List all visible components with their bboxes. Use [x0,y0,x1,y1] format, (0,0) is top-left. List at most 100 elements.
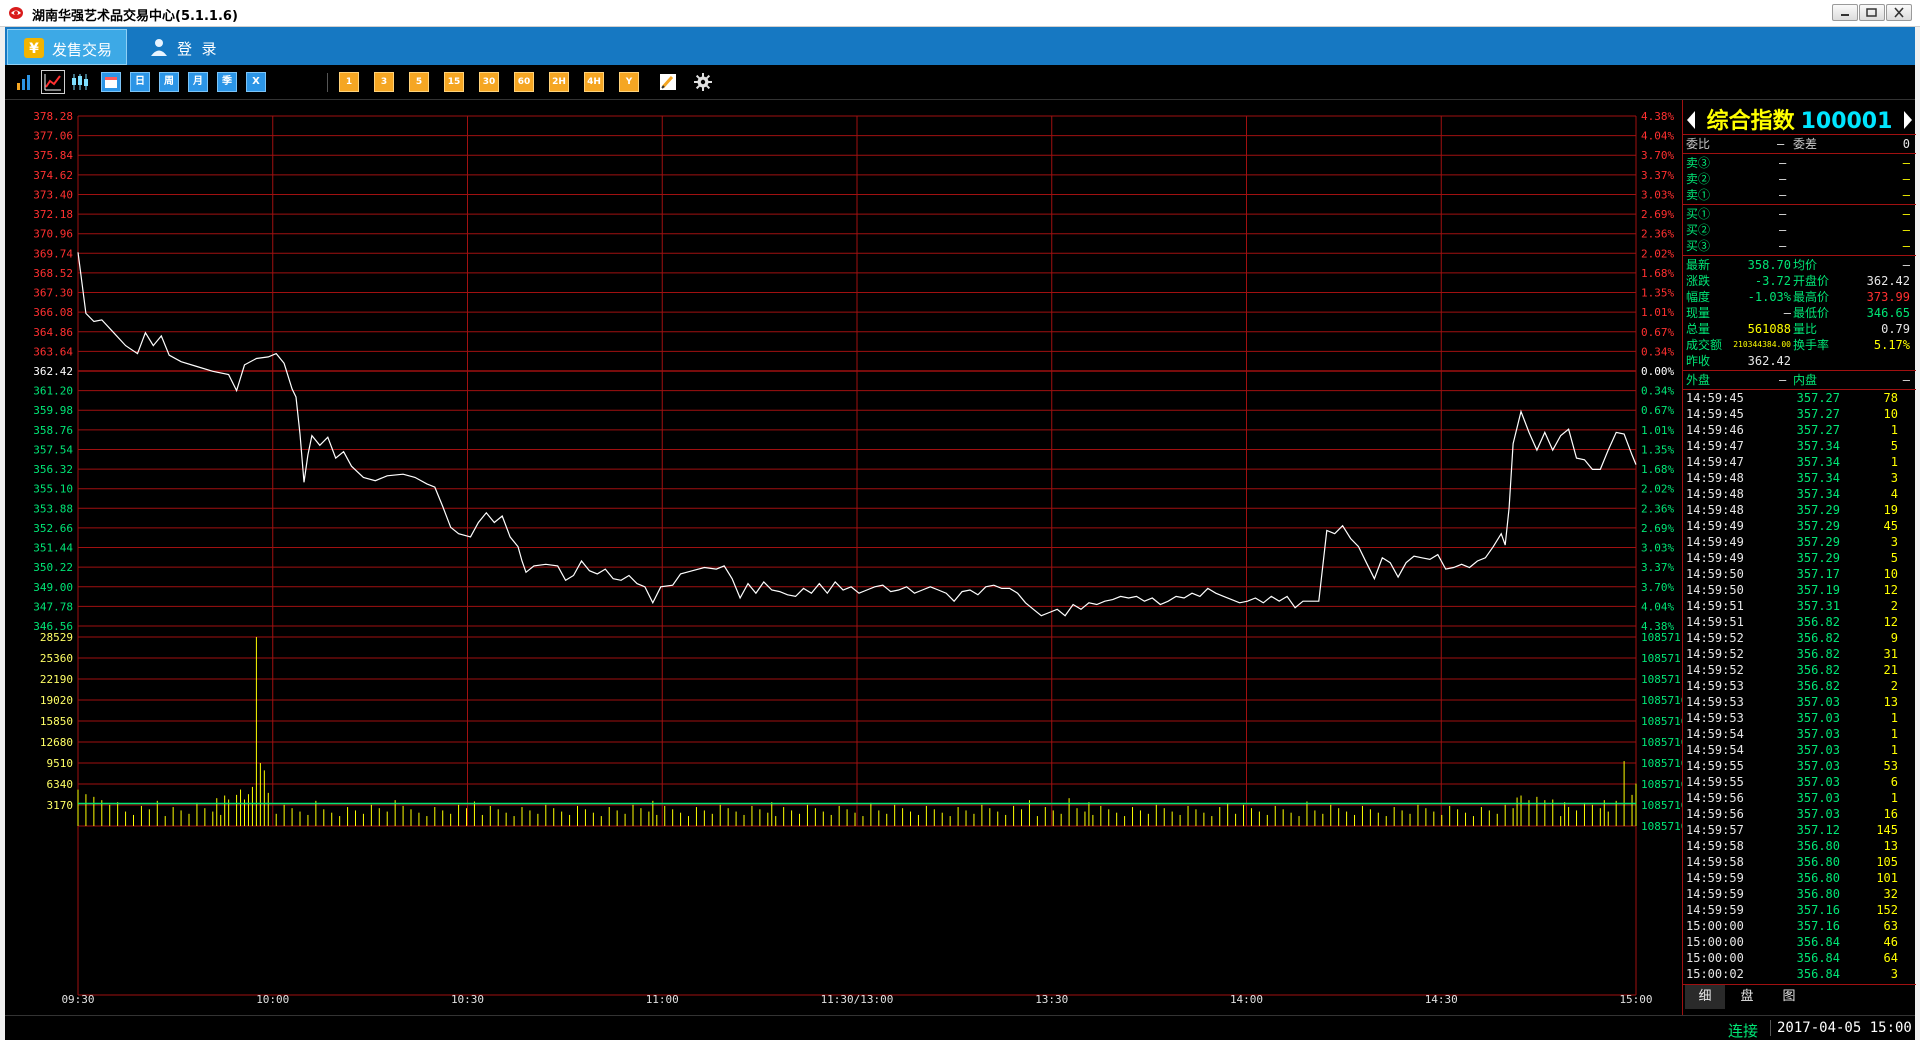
symbol-code: 100001 [1800,109,1893,134]
maximize-button[interactable] [1859,4,1885,21]
tick-price: 356.82 [1796,663,1840,677]
tick-price: 357.34 [1796,439,1840,453]
tick-time: 14:59:45 [1686,407,1744,421]
minute-3-button[interactable]: 3 [374,72,394,92]
timeline-chart-button[interactable] [41,70,65,94]
percent-tick-label: 0.67% [1641,404,1674,417]
prev-symbol-icon[interactable] [1687,111,1695,129]
percent-tick-label: 1.01% [1641,424,1674,437]
percent-tick-label: 2.36% [1641,502,1674,515]
chart-grid [77,115,1637,996]
tick-vol: 45 [1883,519,1898,533]
next-symbol-icon[interactable] [1904,111,1912,129]
tick-time: 14:59:47 [1686,455,1744,469]
timeline-chart[interactable]: 378.28 377.06 375.84 374.62 373.40 372.18 370.… [5,100,1694,1015]
calendar-button[interactable] [101,72,121,92]
stat-row-amount: 成交额 210344384.00 换手率 5.17% [1683,337,1916,353]
period-week-button[interactable]: 周 [159,72,179,92]
weibi-value: — [1777,137,1785,151]
buy-1-volume: — [1902,207,1910,221]
turnover-label: 换手率 [1793,338,1830,352]
chart-toolbar: 日 周 月 季 X 1 3 5 15 30 60 2H 4H Y [5,65,1915,100]
tick-time: 14:59:55 [1686,775,1744,789]
candlestick-button[interactable] [70,72,90,92]
tick-vol: 6 [1890,775,1898,789]
price-tick-label: 358.76 [33,424,73,437]
volume-right-tick-label: 10857111 [1641,652,1682,665]
tick-vol: 5 [1890,439,1898,453]
time-tick-label: 09:30 [61,993,94,1006]
period-month-label: 月 [193,76,203,87]
minute-30-button[interactable]: 30 [479,72,499,92]
hour-4-button[interactable]: 4H [584,72,604,92]
tick-price: 357.34 [1796,471,1840,485]
period-custom-button[interactable]: X [246,72,266,92]
tick-price: 357.03 [1796,791,1840,805]
period-quarter-button[interactable]: 季 [217,72,237,92]
tick-row: 14:59:51 357.31 2 [1683,598,1916,614]
volume-tick-label: 25360 [40,652,73,665]
minute-1-button[interactable]: 1 [339,72,359,92]
tick-time: 14:59:59 [1686,871,1744,885]
draw-tool-button[interactable] [658,72,678,92]
close-button[interactable] [1886,4,1912,21]
total-volume-label: 总量 [1686,322,1711,336]
tick-row: 14:59:53 356.82 2 [1683,678,1916,694]
tab-chart[interactable]: 图 [1769,985,1809,1009]
minute-5-button[interactable]: 5 [409,72,429,92]
percent-tick-label: 3.03% [1641,188,1674,201]
year-button[interactable]: Y [619,72,639,92]
hour-2-button[interactable]: 2H [549,72,569,92]
buy-3-row: 买③ — — [1683,238,1916,254]
tick-price: 356.82 [1796,647,1840,661]
pencil-icon [660,74,676,90]
price-tick-label: 366.08 [33,306,73,319]
close-icon [1894,7,1904,18]
low-label: 最低价 [1793,306,1830,320]
percent-tick-label: 2.69% [1641,522,1674,535]
price-tick-label: 363.64 [33,345,73,358]
restore-icon [1866,8,1877,17]
tick-row: 14:59:59 356.80 101 [1683,870,1916,886]
settings-button[interactable] [693,72,713,92]
inner-label: 内盘 [1793,373,1818,387]
tick-time: 14:59:53 [1686,679,1744,693]
tick-list[interactable]: 14:59:45 357.27 78 14:59:45 357.27 10 14:59:46… [1683,390,1916,982]
sell-1-row: 卖① — — [1683,187,1916,203]
tick-vol: 1 [1890,743,1898,757]
app-logo-icon [9,7,23,19]
price-tick-label: 347.78 [33,600,73,613]
weibi-label: 委比 [1686,137,1711,151]
tick-price: 356.84 [1796,935,1840,949]
tick-price: 357.03 [1796,807,1840,821]
tick-row: 14:59:56 357.03 1 [1683,790,1916,806]
period-month-button[interactable]: 月 [188,72,208,92]
total-volume-value: 561088 [1747,322,1791,336]
minute-60-button[interactable]: 60 [514,72,534,92]
turnover-value: 5.17% [1873,338,1910,352]
menu-login[interactable]: 登 录 [145,29,245,65]
volume-tick-label: 22190 [40,673,73,686]
price-tick-label: 374.62 [33,169,73,182]
tab-book-label: 盘 [1740,989,1754,1004]
weicha-label: 委差 [1793,137,1818,151]
price-tick-label: 373.40 [33,188,73,201]
tick-price: 356.80 [1796,839,1840,853]
price-tick-label: 370.96 [33,228,73,241]
menu-sell-trade[interactable]: ¥ 发售交易 [7,29,127,65]
period-day-button[interactable]: 日 [130,72,150,92]
tick-price: 356.80 [1796,887,1840,901]
minimize-icon [1841,14,1849,16]
tick-vol: 1 [1890,791,1898,805]
tick-time: 14:59:58 [1686,839,1744,853]
tick-vol: 101 [1876,871,1898,885]
minute-15-button[interactable]: 15 [444,72,464,92]
tab-book[interactable]: 盘 [1727,985,1767,1009]
minimize-button[interactable] [1832,4,1858,21]
price-tick-label: 375.84 [33,149,73,162]
range-value: -1.03% [1747,290,1791,304]
tab-detail[interactable]: 细 [1685,985,1725,1009]
kline-chart-button[interactable] [14,72,34,92]
tick-row: 14:59:52 356.82 9 [1683,630,1916,646]
tick-vol: 3 [1890,535,1898,549]
